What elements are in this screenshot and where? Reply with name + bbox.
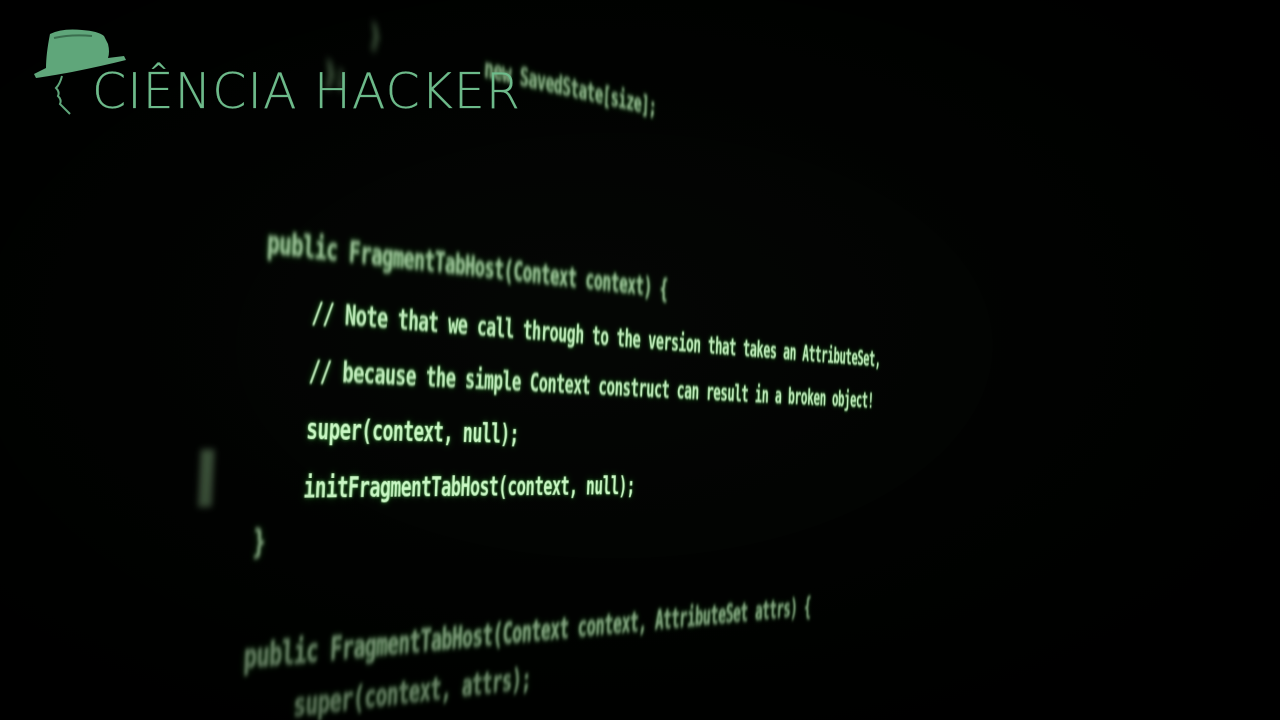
code-line: initFragmentTabHost(context, null);	[302, 470, 636, 506]
code-line: super(context, attrs);	[292, 661, 532, 720]
brand-logo: CIÊNCIA HACKER	[32, 26, 521, 118]
code-line: super(context, null);	[305, 411, 520, 450]
gutter-marker	[198, 449, 215, 508]
brand-name: CIÊNCIA HACKER	[92, 63, 521, 120]
code-line: }	[251, 521, 267, 561]
code-line: public FragmentTabHost(Context context) …	[266, 223, 669, 304]
background-photo: } new SavedState[size]; }; public Fragme…	[0, 0, 1280, 720]
